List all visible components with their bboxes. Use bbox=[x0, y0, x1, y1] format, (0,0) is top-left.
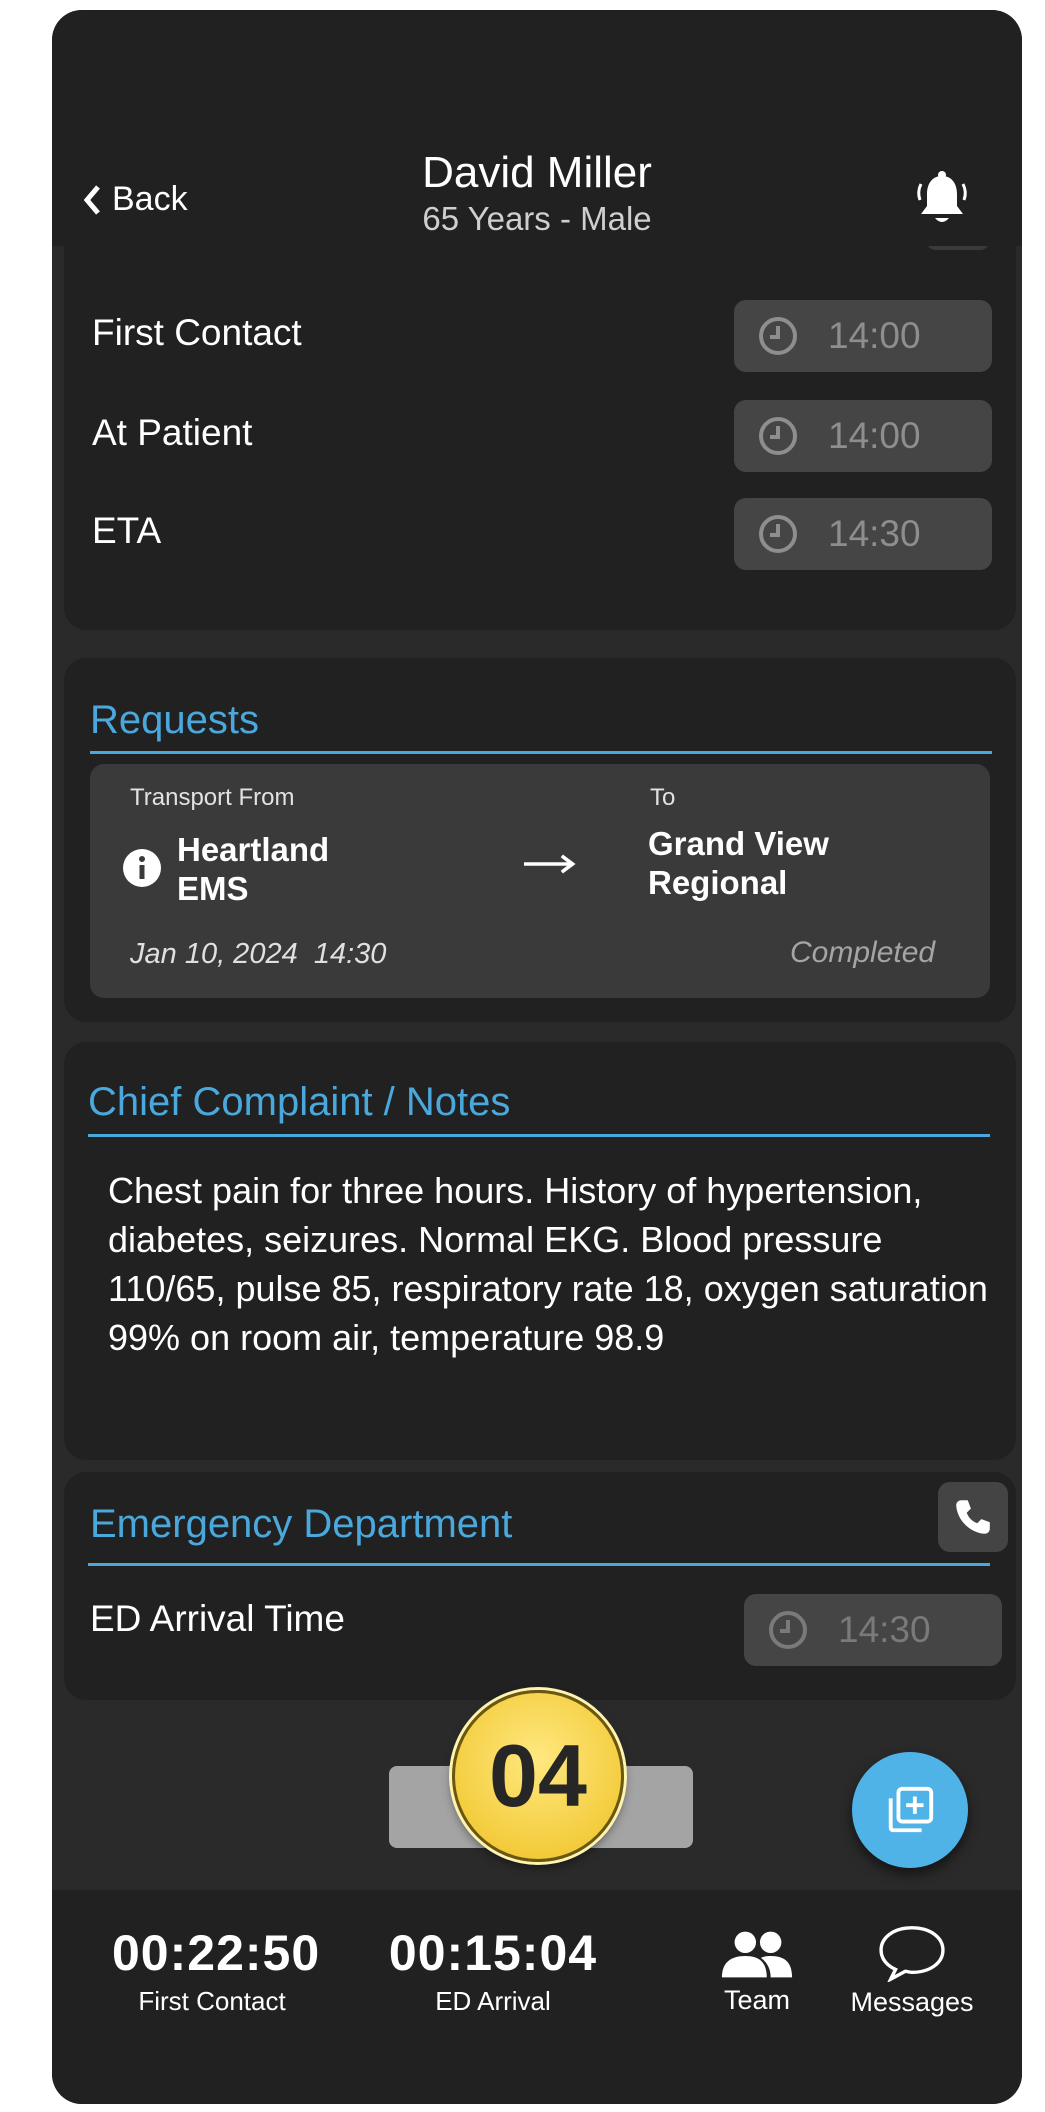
bell-icon[interactable] bbox=[914, 170, 970, 230]
transport-to-label: To bbox=[650, 784, 676, 811]
patient-header: David Miller 65 Years - Male bbox=[52, 148, 1022, 238]
bottom-bar: 00:22:50 First Contact 00:15:04 ED Arriv… bbox=[52, 1890, 1022, 2104]
clock-icon bbox=[769, 1611, 807, 1649]
transport-from-name: Heartland EMS bbox=[177, 831, 330, 907]
patient-info: 65 Years - Male bbox=[422, 200, 652, 237]
transport-to-name: Grand View Regional bbox=[648, 825, 829, 901]
transport-date: Jan 10, 2024 14:30 bbox=[130, 938, 387, 970]
phone-screen: First Contact 14:00 At Patient 14:00 ETA… bbox=[52, 10, 1022, 2104]
team-label: Team bbox=[723, 1985, 791, 2015]
chat-bubble-icon bbox=[879, 1926, 945, 1984]
eta-label: ETA bbox=[92, 510, 162, 551]
phone-icon bbox=[956, 1500, 990, 1534]
requests-divider bbox=[90, 751, 992, 754]
transport-status: Completed bbox=[790, 936, 936, 969]
requests-title: Requests bbox=[90, 698, 259, 742]
info-icon[interactable] bbox=[122, 848, 162, 888]
team-icon bbox=[721, 1931, 793, 1978]
call-ed-button[interactable] bbox=[938, 1482, 1008, 1552]
notes-card: Chief Complaint / Notes Chest pain for t… bbox=[64, 1042, 1016, 1460]
notes-divider bbox=[88, 1134, 990, 1137]
ed-card: Emergency Department ED Arrival Time 14:… bbox=[64, 1472, 1016, 1700]
notes-title: Chief Complaint / Notes bbox=[88, 1080, 511, 1124]
ed-arrival-time-value: 14:30 bbox=[838, 1609, 931, 1650]
ed-arrival-timer-value: 00:15:04 bbox=[388, 1925, 598, 1981]
ed-arrival-time-field[interactable]: 14:30 bbox=[744, 1594, 1002, 1666]
team-button[interactable]: Team bbox=[692, 1928, 822, 2016]
add-entry-fab[interactable] bbox=[852, 1752, 968, 1868]
messages-button[interactable]: Messages bbox=[842, 1924, 982, 2018]
add-to-library-icon bbox=[888, 1786, 934, 1833]
ed-arrival-label: ED Arrival Time bbox=[90, 1598, 345, 1639]
eta-time-field[interactable]: 14:30 bbox=[734, 498, 992, 570]
requests-card: Requests Transport From Heartland EMS To… bbox=[64, 658, 1016, 1022]
ed-title: Emergency Department bbox=[90, 1502, 513, 1546]
at-patient-time-field[interactable]: 14:00 bbox=[734, 400, 992, 472]
clock-icon bbox=[759, 417, 797, 455]
ed-arrival-timer: 00:15:04 ED Arrival bbox=[388, 1924, 598, 2017]
arrow-right-icon bbox=[524, 854, 576, 874]
transport-from-label: Transport From bbox=[130, 784, 295, 811]
eta-time-value: 14:30 bbox=[828, 513, 921, 554]
ed-divider bbox=[88, 1563, 990, 1566]
first-contact-timer-value: 00:22:50 bbox=[112, 1925, 321, 1981]
first-contact-timer-label: First Contact bbox=[138, 1986, 286, 2016]
step-badge: 04 bbox=[452, 1690, 624, 1862]
clock-icon bbox=[759, 515, 797, 553]
messages-label: Messages bbox=[850, 1987, 974, 2017]
at-patient-label: At Patient bbox=[92, 412, 253, 453]
ed-arrival-timer-label: ED Arrival bbox=[435, 1986, 551, 2016]
patient-name: David Miller bbox=[422, 148, 652, 197]
at-patient-time-value: 14:00 bbox=[828, 415, 921, 456]
first-contact-label: First Contact bbox=[92, 312, 302, 353]
transport-request-item[interactable]: Transport From Heartland EMS To Grand Vi… bbox=[90, 764, 990, 998]
clock-icon bbox=[759, 317, 797, 355]
app-header: Back David Miller 65 Years - Male bbox=[52, 10, 1022, 246]
first-contact-timer: 00:22:50 First Contact bbox=[112, 1924, 321, 2017]
first-contact-time-value: 14:00 bbox=[828, 315, 921, 356]
chief-complaint-text[interactable]: Chest pain for three hours. History of h… bbox=[108, 1166, 988, 1362]
first-contact-time-field[interactable]: 14:00 bbox=[734, 300, 992, 372]
